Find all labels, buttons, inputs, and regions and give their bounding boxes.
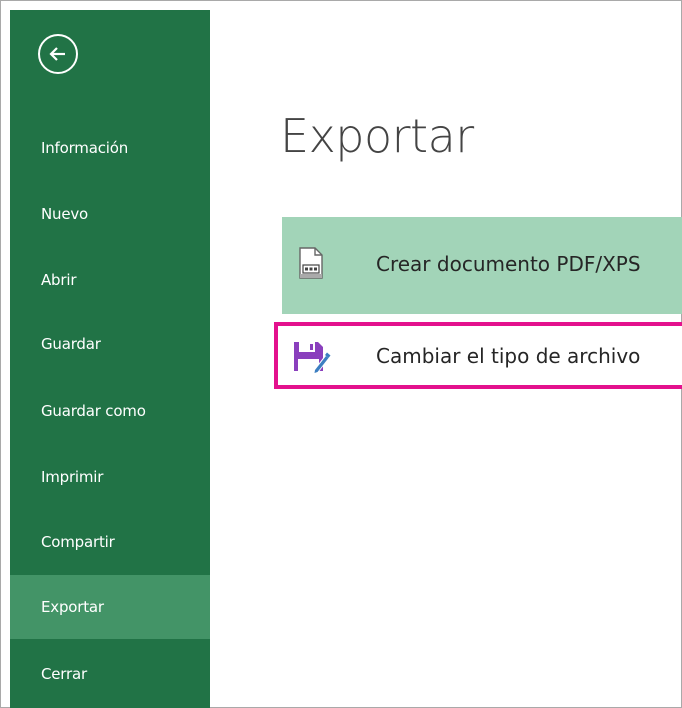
sidebar-item-label: Nuevo (41, 205, 89, 223)
sidebar-item-label: Guardar como (41, 402, 146, 420)
pdf-document-icon (299, 247, 323, 283)
sidebar-item-label: Imprimir (41, 468, 104, 486)
sidebar-item-cerrar[interactable]: Cerrar (10, 642, 210, 706)
sidebar-item-label: Compartir (41, 533, 115, 551)
sidebar-item-guardar-como[interactable]: Guardar como (10, 379, 210, 443)
sidebar-item-imprimir[interactable]: Imprimir (10, 445, 210, 509)
change-file-type-option[interactable]: Cambiar el tipo de archivo (274, 322, 682, 389)
backstage-window: Información Nuevo Abrir Guardar Guardar … (0, 0, 682, 708)
sidebar-item-abrir[interactable]: Abrir (10, 248, 210, 312)
sidebar-item-label: Guardar (41, 335, 101, 353)
backstage-sidebar: Información Nuevo Abrir Guardar Guardar … (10, 10, 210, 708)
sidebar-item-nuevo[interactable]: Nuevo (10, 182, 210, 246)
create-pdf-xps-option[interactable]: Crear documento PDF/XPS (282, 217, 682, 314)
sidebar-item-label: Abrir (41, 271, 77, 289)
save-edit-icon (292, 340, 332, 378)
sidebar-item-label: Exportar (41, 598, 104, 616)
sidebar-item-exportar[interactable]: Exportar (10, 575, 210, 639)
sidebar-item-compartir[interactable]: Compartir (10, 510, 210, 574)
page-title: Exportar (280, 109, 474, 163)
sidebar-item-informacion[interactable]: Información (10, 116, 210, 180)
sidebar-item-guardar[interactable]: Guardar (10, 312, 210, 376)
back-button[interactable] (38, 34, 78, 74)
sidebar-item-label: Información (41, 139, 128, 157)
create-pdf-xps-label: Crear documento PDF/XPS (376, 252, 641, 276)
back-arrow-icon (49, 47, 65, 61)
sidebar-item-label: Cerrar (41, 665, 87, 683)
change-file-type-label: Cambiar el tipo de archivo (376, 344, 641, 368)
